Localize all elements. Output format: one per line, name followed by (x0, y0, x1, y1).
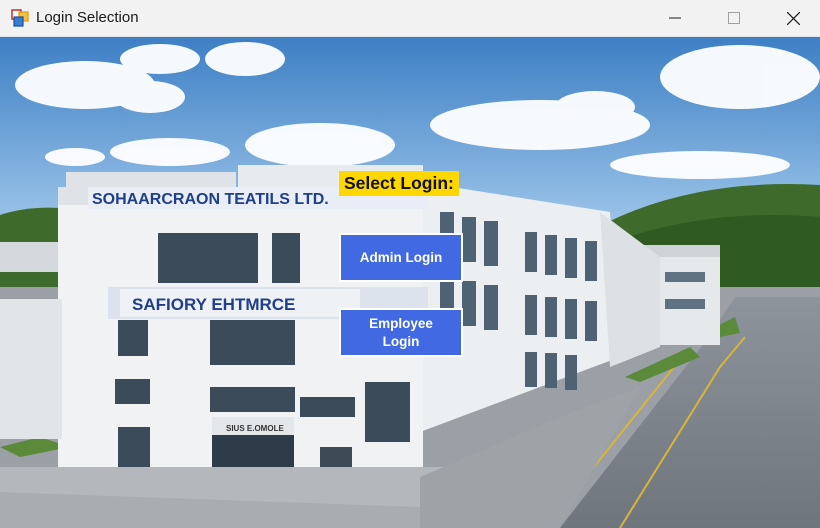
minimize-button[interactable] (646, 0, 704, 36)
login-selection-window: Login Selection SOHAARCRAON TEATILS LTD.… (0, 0, 820, 528)
close-button[interactable] (764, 0, 820, 36)
entrance-sign-text: SIUS E.OMOLE (226, 424, 284, 433)
window-title: Login Selection (36, 9, 139, 26)
maximize-icon (728, 12, 740, 24)
admin-login-button[interactable]: Admin Login (339, 233, 463, 282)
title-bar[interactable]: Login Selection (0, 0, 820, 37)
minimize-icon (669, 17, 681, 19)
factory-background-image: SOHAARCRAON TEATILS LTD. SAFIORY EHTMRCE… (0, 37, 820, 528)
employee-login-button[interactable]: Employee Login (339, 308, 463, 357)
factory-sign-text: SAFIORY EHTMRCE (132, 295, 295, 314)
employee-login-button-label: Employee Login (369, 315, 433, 349)
select-login-heading: Select Login: (339, 171, 459, 196)
maximize-button[interactable] (705, 0, 763, 36)
company-sign-text: SOHAARCRAON TEATILS LTD. (92, 191, 329, 208)
app-icon (11, 9, 29, 27)
close-icon (786, 11, 800, 25)
client-area: SOHAARCRAON TEATILS LTD. SAFIORY EHTMRCE… (0, 37, 820, 528)
